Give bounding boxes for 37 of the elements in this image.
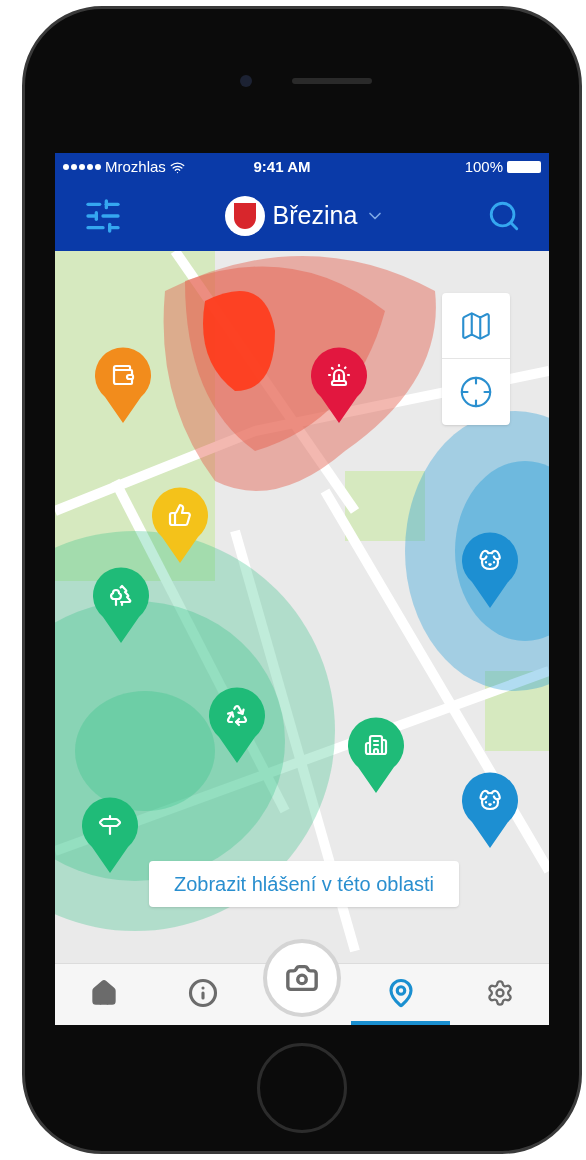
map-marker[interactable] (82, 797, 138, 873)
trees-icon (109, 583, 133, 607)
camera-lens-icon (240, 75, 252, 87)
map-marker[interactable] (462, 532, 518, 608)
map-marker[interactable] (462, 772, 518, 848)
map-marker[interactable] (93, 567, 149, 643)
sliders-icon (83, 196, 123, 236)
search-icon (487, 199, 521, 233)
signal-icon (63, 164, 101, 170)
town-crest-icon (224, 196, 265, 236)
siren-icon (327, 363, 351, 387)
settings-icon (485, 978, 514, 1007)
map-marker[interactable] (348, 717, 404, 793)
map-marker[interactable] (209, 687, 265, 763)
recycle-icon (225, 703, 249, 727)
speaker-slot-icon (292, 78, 372, 84)
crosshair-icon (459, 375, 493, 409)
building-icon (364, 733, 388, 757)
carrier-name: Mrozhlas (105, 156, 166, 177)
battery-icon (507, 161, 541, 173)
info-icon (188, 977, 219, 1008)
town-selector[interactable]: Březina (123, 196, 487, 236)
status-time: 9:41 AM (252, 156, 312, 177)
search-button[interactable] (487, 199, 521, 233)
signpost-icon (98, 813, 122, 837)
thumbs-up-icon (168, 503, 192, 527)
dog-icon (478, 548, 502, 572)
filter-button[interactable] (83, 196, 123, 236)
wallet-icon (111, 363, 135, 387)
map-marker[interactable] (311, 347, 367, 423)
dog-icon (478, 788, 502, 812)
wifi-icon (169, 159, 185, 175)
map-marker[interactable] (95, 347, 151, 423)
home-icon (90, 978, 119, 1007)
battery-percent: 100% (464, 156, 503, 177)
map-marker[interactable] (152, 487, 208, 563)
show-reports-button[interactable]: Zobrazit hlášení v této oblasti (149, 861, 459, 907)
